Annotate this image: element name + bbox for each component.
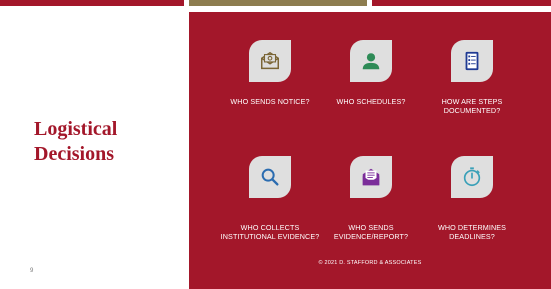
item-label-who-collects-institutional-evidence: WHO COLLECTS INSTITUTIONAL EVIDENCE? xyxy=(220,223,320,241)
envelope-letter-graphic xyxy=(362,168,380,186)
envelope-letter-icon xyxy=(350,156,392,198)
envelope-at-graphic xyxy=(261,51,279,70)
magnifier-icon xyxy=(249,156,291,198)
top-accent-bar-right xyxy=(372,0,551,6)
top-accent-bar-left xyxy=(0,0,184,6)
stopwatch-graphic xyxy=(463,167,481,187)
slide-title: Logistical Decisions xyxy=(34,118,118,165)
top-accent-bar-middle xyxy=(189,0,367,6)
item-label-who-determines-deadlines: WHO DETERMINES DEADLINES? xyxy=(437,223,507,241)
slide-number: 9 xyxy=(30,268,34,274)
item-label-who-sends-evidence-report: WHO SENDS EVIDENCE/REPORT? xyxy=(333,223,409,241)
envelope-at-icon xyxy=(249,40,291,82)
checklist-icon xyxy=(451,40,493,82)
content-panel: WHO SENDS NOTICE? WHO SCHEDULES? HOW ARE… xyxy=(189,12,551,289)
stopwatch-icon xyxy=(451,156,493,198)
checklist-graphic xyxy=(465,51,479,71)
person-graphic xyxy=(362,53,380,70)
item-label-who-sends-notice: WHO SENDS NOTICE? xyxy=(230,97,310,106)
magnifier-graphic xyxy=(261,168,279,186)
item-label-how-are-steps-documented: HOW ARE STEPS DOCUMENTED? xyxy=(441,97,503,115)
copyright-footer: © 2021 D. STAFFORD & ASSOCIATES xyxy=(318,260,422,266)
person-icon xyxy=(350,40,392,82)
item-label-who-schedules: WHO SCHEDULES? xyxy=(336,97,406,106)
